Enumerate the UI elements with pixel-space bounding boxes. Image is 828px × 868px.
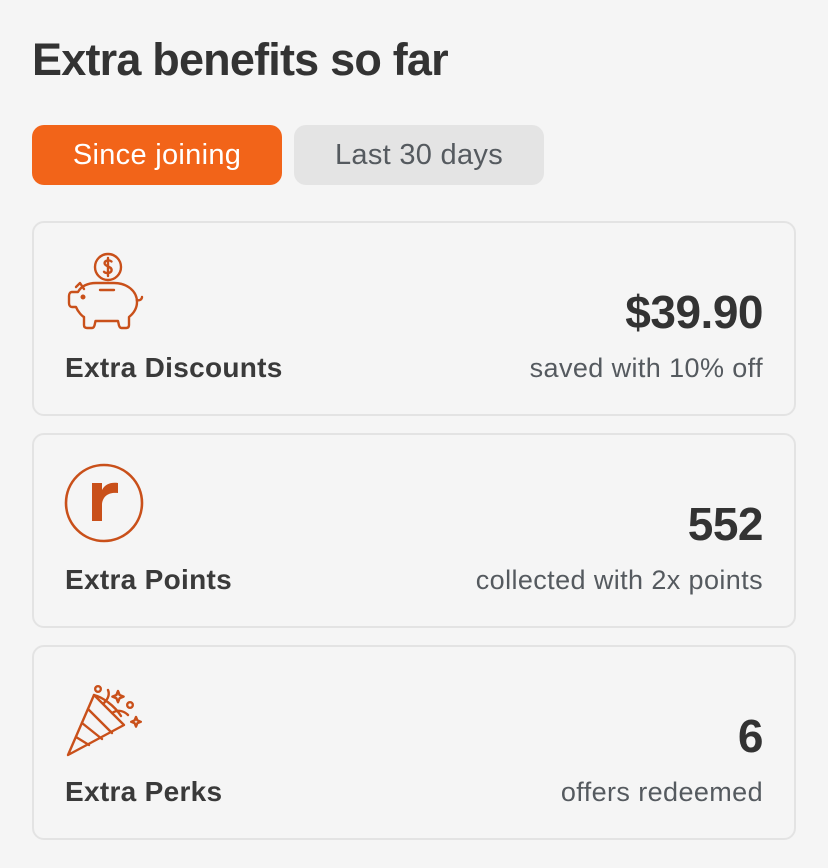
card-value: 552 [687,498,764,550]
party-popper-icon [66,684,142,757]
card-label: Extra Discounts [65,352,283,383]
card-subtext: saved with 10% off [529,353,763,383]
card-value: 6 [737,710,764,762]
card-label: Extra Points [65,564,232,595]
benefits-page: Extra benefits so far Since joining Last… [0,0,828,868]
card-value: $39.90 [625,286,763,338]
extra-perks-card: Extra Perks 6 offers redeemed [32,645,796,840]
points-r-icon [64,463,144,543]
tab-last-30-days[interactable]: Last 30 days [294,125,544,185]
piggy-bank-icon [67,252,144,330]
tab-since-joining[interactable]: Since joining [32,125,282,185]
card-subtext: collected with 2x points [475,565,763,595]
period-tabs: Since joining Last 30 days [32,125,544,185]
page-title: Extra benefits so far [32,34,449,85]
card-subtext: offers redeemed [560,777,763,807]
card-label: Extra Perks [65,776,223,807]
extra-discounts-card: Extra Discounts $39.90 saved with 10% of… [32,221,796,416]
extra-points-card: Extra Points 552 collected with 2x point… [32,433,796,628]
